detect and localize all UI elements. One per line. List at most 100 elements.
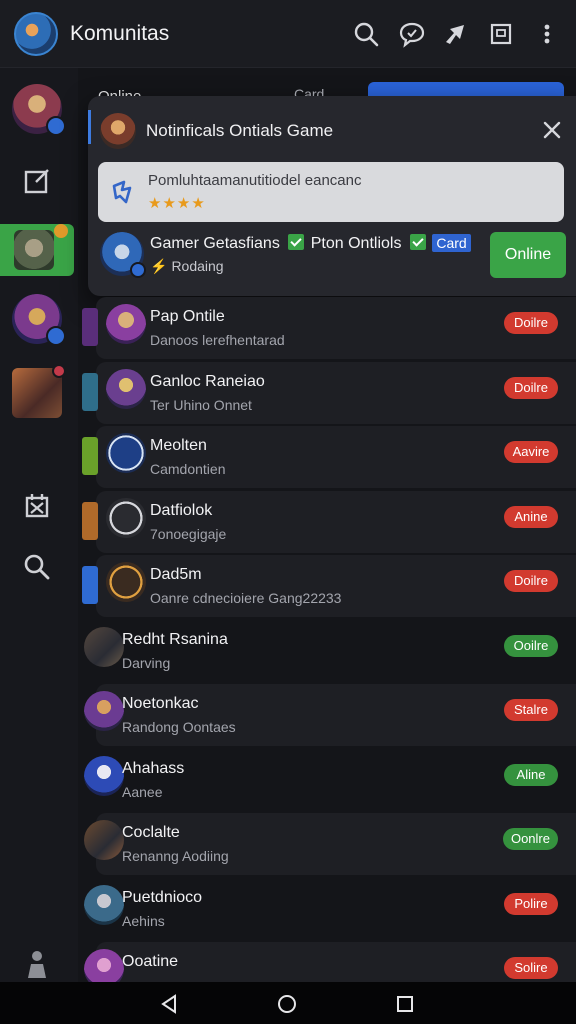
list-item-subtitle: Danoos lerefhentarad xyxy=(150,332,285,348)
avatar[interactable] xyxy=(84,626,124,667)
status-badge[interactable]: Doilre xyxy=(504,570,558,592)
status-badge[interactable]: Polire xyxy=(504,892,558,915)
list-item-subtitle: Camdontien xyxy=(150,461,226,477)
status-badge[interactable]: Aline xyxy=(504,763,558,786)
list-item[interactable]: Dad5m Oanre cdnecioiere Gang22233 Doilre xyxy=(80,554,576,618)
bolt-icon: ⚡ xyxy=(150,258,168,274)
list-item[interactable]: Ganloc Raneiao Ter Uhino Onnet Doilre xyxy=(80,361,576,425)
list-item-subtitle: 7onoegigaje xyxy=(150,525,227,542)
list-item-subtitle: Renanng Aodiing xyxy=(122,848,229,864)
rating-stars: ★★★★ xyxy=(148,195,206,212)
status-badge[interactable]: Solire xyxy=(504,957,558,979)
notification-card[interactable]: Pomluhtaamanutitiodel eancanc ★★★★ xyxy=(98,162,564,222)
avatar[interactable] xyxy=(106,433,146,473)
list-item-name: Ahahass xyxy=(122,759,185,777)
page-title: Komunitas xyxy=(70,22,170,45)
user-avatar[interactable] xyxy=(100,232,146,278)
status-badge[interactable]: Stalre xyxy=(504,699,558,721)
search-icon[interactable] xyxy=(22,552,52,582)
status-badge[interactable]: Ooilre xyxy=(504,634,558,657)
list-item[interactable]: Pap Ontile Danoos lerefhentarad Doilre xyxy=(80,296,576,360)
avatar[interactable] xyxy=(106,497,146,538)
notification-popup: Notinficals Ontials Game Pomluhtaamanuti… xyxy=(88,96,576,296)
list-item[interactable]: Meolten Camdontien Aavire xyxy=(80,425,576,489)
popup-accent xyxy=(88,110,91,144)
user-tag: Pton Ontliols xyxy=(310,235,402,252)
list-item-name: Pap Ontile xyxy=(150,308,225,325)
list-item-name: Dad5m xyxy=(150,566,202,583)
avatar[interactable] xyxy=(84,755,124,796)
window-icon[interactable] xyxy=(487,20,515,48)
list-item-name: Datfiolok xyxy=(150,501,213,519)
top-app-bar: Komunitas xyxy=(0,0,576,68)
notification-badge xyxy=(54,224,68,238)
status-badge[interactable]: Oonlre xyxy=(502,828,558,850)
status-badge[interactable]: Doilre xyxy=(504,312,558,334)
card-tag: Card xyxy=(432,234,471,252)
avatar[interactable] xyxy=(106,368,146,409)
avatar[interactable] xyxy=(106,562,146,602)
check-icon xyxy=(288,234,305,250)
list-item-name: Puetdnioco xyxy=(122,888,203,906)
avatar[interactable] xyxy=(84,691,124,731)
status-badge[interactable]: Anine xyxy=(504,505,558,528)
person-icon[interactable] xyxy=(22,948,52,978)
list-item[interactable]: Datfiolok 7onoegigaje Anine xyxy=(80,490,576,554)
home-icon[interactable] xyxy=(276,993,298,1015)
list-item-subtitle: Randong Oontaes xyxy=(122,719,236,735)
game-thumbnail xyxy=(82,437,98,475)
chat-bubble-icon[interactable] xyxy=(398,20,426,48)
app-root: Komunitas Card Notinficals Ontials Game … xyxy=(0,0,576,1024)
edit-icon[interactable] xyxy=(22,166,52,196)
share-icon[interactable] xyxy=(442,20,470,48)
list-item-subtitle: Ter Uhino Onnet xyxy=(150,396,252,413)
community-logo[interactable] xyxy=(14,12,58,56)
check-icon xyxy=(409,234,426,250)
link-icon xyxy=(108,176,140,208)
status-badge[interactable]: Aavire xyxy=(504,441,558,463)
avatar[interactable] xyxy=(106,304,146,344)
list-item-name: Noetonkac xyxy=(122,695,199,712)
rail-avatar[interactable] xyxy=(12,294,66,346)
status-badge[interactable]: Doilre xyxy=(504,376,558,399)
avatar[interactable] xyxy=(84,820,124,860)
user-activity: Rodaing xyxy=(171,258,224,274)
user-name: Gamer Getasfians xyxy=(150,235,280,252)
game-icon xyxy=(100,113,136,149)
verified-badge xyxy=(46,326,66,346)
notification-user-row: Gamer Getasfians Pton Ontliols Card xyxy=(150,234,471,253)
task-icon[interactable] xyxy=(22,490,52,520)
avatar[interactable] xyxy=(84,949,124,982)
rail-avatar[interactable] xyxy=(12,84,66,136)
list-item-name: Redht Rsanina xyxy=(122,630,228,648)
alert-badge xyxy=(52,364,66,378)
list-item[interactable]: Coclalte Renanng Aodiing Oonlre xyxy=(80,812,576,876)
list-item[interactable]: Puetdnioco Aehins Polire xyxy=(80,877,576,941)
list-item[interactable]: Noetonkac Randong Oontaes Stalre xyxy=(80,683,576,747)
list-item[interactable]: Redht Rsanina Darving Ooilre xyxy=(80,619,576,683)
close-icon[interactable] xyxy=(540,118,564,142)
user-status-row: ⚡ Rodaing xyxy=(150,258,224,275)
notification-title: Notinficals Ontials Game xyxy=(146,121,334,140)
list-item-name: Meolten xyxy=(150,437,207,454)
list-item-subtitle: Oanre cdnecioiere Gang22233 xyxy=(150,590,342,606)
list-item-card xyxy=(96,426,576,488)
list-item-card xyxy=(96,297,576,359)
list-item[interactable]: Ahahass Aanee Aline xyxy=(80,748,576,812)
recents-icon[interactable] xyxy=(394,993,416,1015)
search-icon[interactable] xyxy=(352,20,380,48)
back-icon[interactable] xyxy=(158,993,180,1015)
rail-game-thumbnail[interactable] xyxy=(12,364,66,418)
left-rail xyxy=(0,68,78,982)
online-button[interactable]: Online xyxy=(490,232,566,278)
list-item-name: Ooatine xyxy=(122,953,179,970)
avatar[interactable] xyxy=(84,884,124,925)
game-thumbnail xyxy=(82,308,98,346)
game-thumbnail xyxy=(82,372,98,411)
list-item[interactable]: Ooatine Solire xyxy=(80,941,576,982)
notification-card-text: Pomluhtaamanutitiodel eancanc xyxy=(148,172,362,189)
more-vert-icon[interactable] xyxy=(533,20,561,48)
rail-item-selected[interactable] xyxy=(0,224,74,276)
system-nav-bar xyxy=(0,982,576,1024)
verified-badge xyxy=(130,262,146,278)
